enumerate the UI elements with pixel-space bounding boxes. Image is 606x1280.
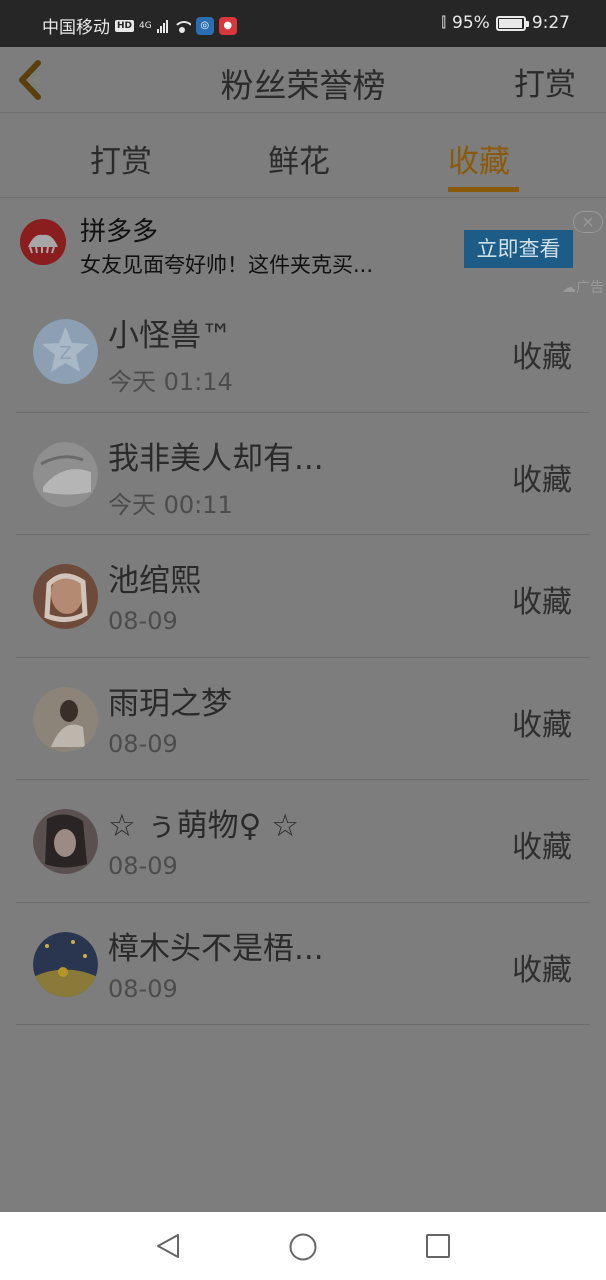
fan-name: 我非美人却有... — [108, 440, 324, 477]
ad-close-icon[interactable]: × — [573, 211, 603, 233]
avatar[interactable] — [33, 441, 98, 507]
battery-icon — [495, 15, 529, 31]
fan-name: 小怪兽™ — [108, 318, 232, 354]
fan-time: 今天 01:14 — [108, 368, 233, 396]
status-bar: 中国移动 HD 4G ◎ ● ⫿ 95% 9:27 — [0, 0, 606, 47]
list-item[interactable]: 我非美人却有... 今天 00:11 收藏 — [16, 413, 590, 535]
fan-name: ☆ ぅ萌物♀ ☆ — [108, 808, 299, 844]
fan-name: 池绾熙 — [108, 563, 201, 599]
header-bar: 粉丝荣誉榜 打赏 — [0, 47, 606, 113]
fan-name: 樟木头不是梧... — [108, 930, 324, 967]
wifi-icon — [172, 19, 191, 33]
tab-reward[interactable]: 打赏 — [90, 136, 152, 181]
list-item[interactable]: Z 小怪兽™ 今天 01:14 收藏 — [16, 290, 590, 413]
favorite-label: 收藏 — [512, 952, 572, 988]
tab-flowers[interactable]: 鲜花 — [268, 136, 330, 181]
svg-text:Z: Z — [59, 343, 71, 364]
list-item[interactable]: 池绾熙 08-09 收藏 — [16, 535, 590, 658]
fan-time: 08-09 — [108, 607, 178, 635]
fan-time: 今天 00:11 — [108, 490, 233, 519]
hd-icon: HD — [115, 19, 135, 32]
ad-view-button[interactable]: 立即查看 — [464, 230, 573, 268]
favorite-label: 收藏 — [512, 707, 572, 743]
nav-recent-apps-icon[interactable] — [424, 1232, 452, 1264]
vibrate-icon: ⫿ — [441, 15, 447, 31]
avatar[interactable] — [33, 686, 98, 752]
nav-back-icon[interactable] — [154, 1232, 182, 1264]
network-type: 4G — [139, 20, 152, 31]
battery-percent: 95% — [452, 13, 490, 33]
fan-list: Z 小怪兽™ 今天 01:14 收藏 我非美人却有... 今天 00:11 收藏… — [16, 290, 590, 1025]
fan-time: 08-09 — [108, 974, 178, 1003]
ad-banner[interactable]: 拼多多 女友见面夸好帅！这件夹克买... 立即查看 × ☁广告 — [0, 199, 606, 299]
list-item[interactable]: ☆ ぅ萌物♀ ☆ 08-09 收藏 — [16, 780, 590, 903]
avatar[interactable] — [33, 931, 98, 997]
favorite-label: 收藏 — [512, 340, 572, 375]
pinduoduo-logo-icon — [20, 219, 66, 265]
carrier-label: 中国移动 — [42, 18, 110, 38]
tab-bar: 打赏 鲜花 收藏 — [0, 114, 606, 198]
nav-home-icon[interactable] — [288, 1232, 318, 1266]
avatar[interactable] — [33, 564, 98, 629]
list-item[interactable]: 雨玥之梦 08-09 收藏 — [16, 658, 590, 780]
tab-indicator — [448, 187, 519, 192]
ad-description: 女友见面夸好帅！这件夹克买... — [80, 253, 374, 277]
favorite-label: 收藏 — [512, 462, 572, 498]
signal-icon — [156, 19, 168, 33]
system-navigation-bar — [0, 1212, 606, 1280]
list-item[interactable]: 樟木头不是梧... 08-09 收藏 — [16, 903, 590, 1025]
fan-time: 08-09 — [108, 852, 178, 880]
app-notification-icon: ◎ — [195, 16, 214, 35]
fan-name: 雨玥之梦 — [108, 685, 232, 722]
ad-title: 拼多多 — [80, 217, 159, 247]
avatar[interactable] — [33, 809, 98, 874]
avatar[interactable]: Z — [33, 319, 98, 384]
tab-favorites[interactable]: 收藏 — [448, 136, 510, 181]
favorite-label: 收藏 — [512, 830, 572, 865]
reward-button[interactable]: 打赏 — [514, 59, 576, 104]
favorite-label: 收藏 — [512, 585, 572, 620]
clock: 9:27 — [531, 13, 570, 33]
fan-time: 08-09 — [108, 729, 178, 758]
app-notification-icon: ● — [218, 16, 237, 35]
